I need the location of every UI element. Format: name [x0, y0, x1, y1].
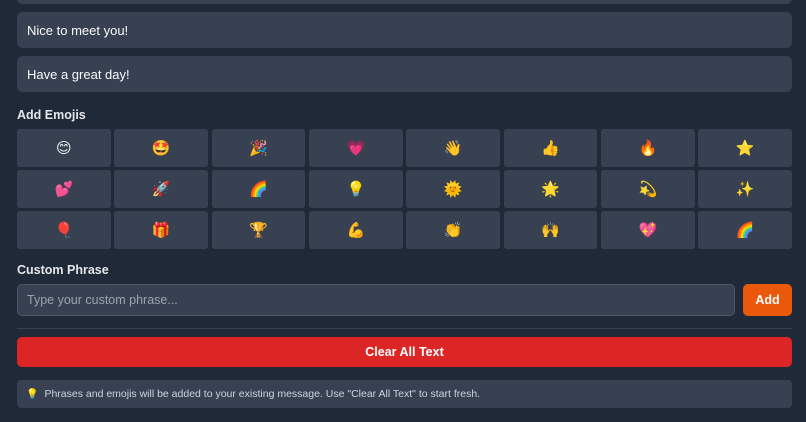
emoji-button[interactable]: 💗: [308, 129, 403, 167]
emoji-button[interactable]: 👍: [503, 129, 598, 167]
emoji-button[interactable]: 💡: [308, 170, 403, 208]
emoji-grid: 😊 🤩 🎉 💗 👋 👍 🔥 ⭐ 💕 🚀 🌈 💡 🌞 🌟 💫 ✨ 🎈 🎁 🏆 💪 …: [17, 129, 792, 249]
hint-text: Phrases and emojis will be added to your…: [44, 388, 481, 400]
emoji-button[interactable]: 💫: [600, 170, 695, 208]
emoji-button[interactable]: 💕: [17, 170, 111, 208]
emoji-button[interactable]: 🚀: [114, 170, 209, 208]
emoji-button[interactable]: 🎈: [17, 211, 111, 249]
emoji-button[interactable]: 🌈: [211, 170, 306, 208]
emoji-button[interactable]: 🙌: [503, 211, 598, 249]
emoji-button[interactable]: 😊: [17, 129, 111, 167]
emoji-button[interactable]: 👏: [406, 211, 501, 249]
emoji-button[interactable]: ✨: [698, 170, 792, 208]
emoji-button[interactable]: 🌟: [503, 170, 598, 208]
divider: [17, 328, 792, 329]
phrase-emoji-panel: Nice to meet you! Have a great day! Add …: [0, 0, 806, 422]
add-phrase-button[interactable]: Add: [743, 284, 792, 316]
clear-all-button[interactable]: Clear All Text: [17, 337, 792, 367]
hint-box: 💡 Phrases and emojis will be added to yo…: [17, 380, 792, 408]
add-emojis-heading: Add Emojis: [17, 108, 86, 122]
custom-phrase-input[interactable]: [17, 284, 735, 316]
custom-phrase-heading: Custom Phrase: [17, 263, 109, 277]
emoji-button[interactable]: 👋: [406, 129, 501, 167]
lightbulb-icon: 💡: [26, 388, 39, 400]
phrase-button[interactable]: Have a great day!: [17, 56, 792, 92]
emoji-button[interactable]: 🏆: [211, 211, 306, 249]
emoji-button[interactable]: 🤩: [114, 129, 209, 167]
emoji-button[interactable]: 💖: [600, 211, 695, 249]
emoji-button[interactable]: ⭐: [698, 129, 792, 167]
emoji-button[interactable]: 💪: [308, 211, 403, 249]
emoji-button[interactable]: 🌈: [698, 211, 792, 249]
emoji-button[interactable]: 🌞: [406, 170, 501, 208]
phrase-button-partial[interactable]: [17, 0, 792, 4]
emoji-button[interactable]: 🎉: [211, 129, 306, 167]
phrase-button[interactable]: Nice to meet you!: [17, 12, 792, 48]
emoji-button[interactable]: 🔥: [600, 129, 695, 167]
emoji-button[interactable]: 🎁: [114, 211, 209, 249]
